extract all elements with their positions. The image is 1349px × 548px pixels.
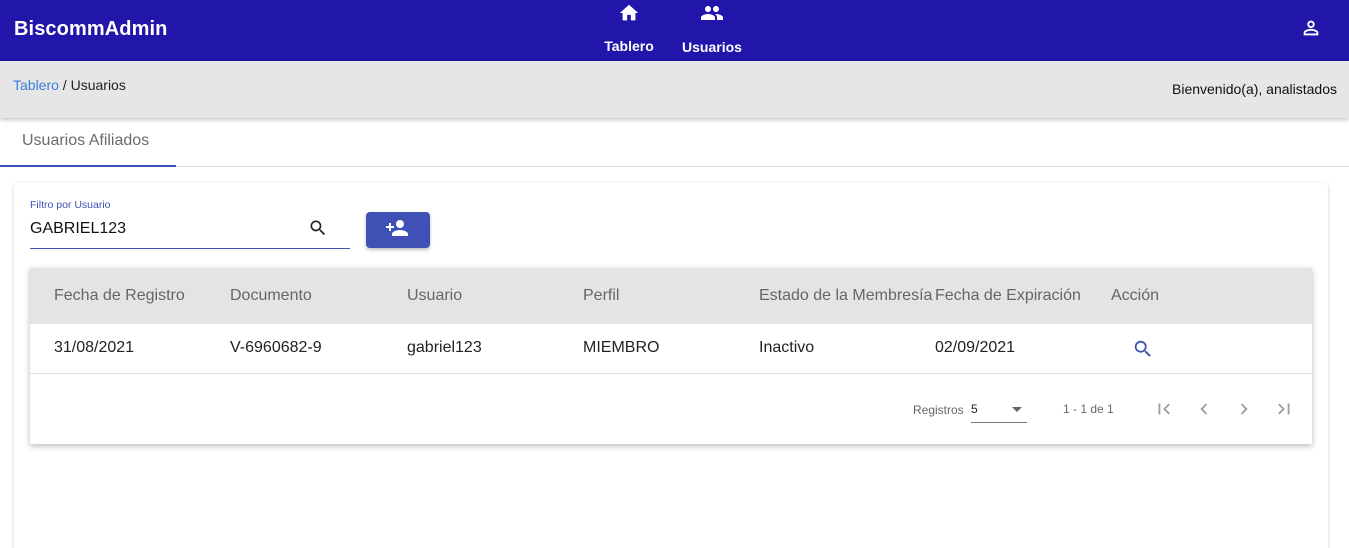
nav-item-usuarios[interactable]: Usuarios (677, 0, 747, 61)
account-button[interactable] (1298, 17, 1324, 43)
page-range-label: 1 - 1 de 1 (1063, 402, 1114, 416)
cell-estado: Inactivo (759, 339, 815, 356)
search-icon (1134, 340, 1151, 357)
column-header[interactable]: Perfil (583, 287, 619, 305)
cell-usuario: gabriel123 (407, 339, 482, 356)
people-icon (700, 2, 724, 24)
breadcrumb-separator: / (58, 77, 71, 93)
page-size-value: 5 (971, 402, 978, 416)
page-size-select[interactable]: 5 (971, 398, 1027, 423)
next-page-icon (1240, 403, 1248, 415)
last-page-icon (1278, 403, 1290, 415)
tab-label: Usuarios Afiliados (22, 132, 150, 149)
search-icon[interactable] (308, 218, 328, 238)
column-header[interactable]: Fecha de Expiración (935, 287, 1081, 305)
nav-item-label: Usuarios (682, 39, 742, 55)
tab-usuarios-afiliados[interactable]: Usuarios Afiliados (0, 118, 176, 167)
paginator: Registros 5 1 - 1 de 1 (30, 374, 1312, 444)
account-icon (1300, 17, 1322, 44)
column-header[interactable]: Estado de la Membresía (759, 287, 932, 305)
view-detail-button[interactable] (1132, 338, 1154, 360)
cell-documento: V-6960682-9 (230, 339, 322, 356)
home-icon (618, 2, 640, 24)
welcome-message: Bienvenido(a), analistados (1172, 81, 1337, 97)
chevron-down-icon (1012, 407, 1022, 412)
column-header: Acción (1111, 287, 1160, 304)
cell-perfil: MIEMBRO (583, 339, 660, 356)
breadcrumb-link-tablero[interactable]: Tablero (13, 77, 59, 93)
column-header[interactable]: Documento (230, 287, 312, 305)
nav-item-label: Tablero (604, 38, 654, 54)
add-user-button[interactable] (366, 212, 430, 248)
tab-bar: Usuarios Afiliados (0, 118, 1349, 167)
last-page-button[interactable] (1271, 396, 1297, 422)
prev-page-button[interactable] (1191, 396, 1217, 422)
breadcrumb: Tablero / Usuarios (13, 77, 126, 93)
content-card: Filtro por Usuario Fecha de Registro Doc… (14, 183, 1328, 548)
first-page-button[interactable] (1151, 396, 1177, 422)
app-header: BiscommAdmin Tablero Usuarios (0, 0, 1349, 61)
filter-label: Filtro por Usuario (30, 199, 111, 211)
prev-page-icon (1200, 403, 1208, 415)
filter-input[interactable] (30, 217, 300, 241)
cell-fecha-registro: 31/08/2021 (54, 339, 135, 356)
first-page-icon (1158, 403, 1170, 415)
page-size-label: Registros (913, 403, 964, 417)
filter-field: Filtro por Usuario (30, 199, 350, 249)
table-header: Fecha de Registro Documento Usuario Perf… (30, 268, 1312, 324)
column-header[interactable]: Fecha de Registro (54, 287, 185, 305)
breadcrumb-bar: Tablero / Usuarios Bienvenido(a), analis… (0, 61, 1349, 118)
table-row: 31/08/2021 V-6960682-9 gabriel123 MIEMBR… (30, 324, 1312, 374)
next-page-button[interactable] (1231, 396, 1257, 422)
breadcrumb-current: Usuarios (70, 77, 126, 93)
cell-fecha-expiracion: 02/09/2021 (935, 339, 1016, 356)
person-add-icon (385, 217, 411, 244)
column-header[interactable]: Usuario (407, 287, 462, 305)
nav-item-tablero[interactable]: Tablero (598, 0, 660, 61)
users-table: Fecha de Registro Documento Usuario Perf… (30, 268, 1312, 444)
app-title: BiscommAdmin (14, 18, 168, 40)
